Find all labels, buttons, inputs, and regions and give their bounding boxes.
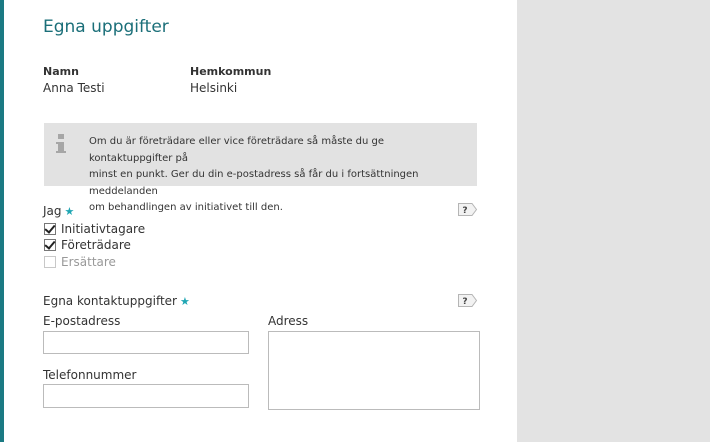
email-field[interactable] <box>43 331 249 354</box>
checkbox-ersattare[interactable]: Ersättare <box>44 255 116 269</box>
phone-field[interactable] <box>43 384 249 408</box>
checkbox-label: Företrädare <box>61 238 131 252</box>
info-line-1: Om du är företrädare eller vice företräd… <box>89 136 385 164</box>
role-help-button[interactable]: ? <box>457 202 478 217</box>
checkbox-label: Initiativtagare <box>61 222 146 236</box>
form-panel: Egna uppgifter Namn Anna Testi Hemkommun… <box>4 0 517 442</box>
address-label: Adress <box>268 314 309 328</box>
required-star-icon: ★ <box>179 295 190 308</box>
checkbox-box[interactable] <box>44 223 56 235</box>
address-field[interactable] <box>268 331 480 410</box>
municipality-value: Helsinki <box>190 81 238 95</box>
checkbox-foretradare[interactable]: Företrädare <box>44 238 131 252</box>
checkbox-box[interactable] <box>44 256 56 268</box>
info-box: Om du är företrädare eller vice företräd… <box>44 123 477 213</box>
info-icon <box>56 134 66 153</box>
help-icon: ? <box>462 297 467 307</box>
info-line-2: minst en punkt. Ger du din e-postadress … <box>89 169 419 197</box>
role-label: Jag ★ <box>43 204 74 218</box>
name-value: Anna Testi <box>43 81 105 95</box>
checkbox-initiativtagare[interactable]: Initiativtagare <box>44 222 145 236</box>
email-label: E-postadress <box>43 314 121 328</box>
page-title: Egna uppgifter <box>43 17 169 37</box>
info-line-3: om behandlingen av initiativet till den. <box>89 202 283 213</box>
info-text: Om du är företrädare eller vice företräd… <box>89 134 467 217</box>
contact-label: Egna kontaktuppgifter ★ <box>43 294 190 308</box>
required-star-icon: ★ <box>64 205 75 218</box>
contact-label-text: Egna kontaktuppgifter <box>43 294 177 308</box>
checkbox-box[interactable] <box>44 239 56 251</box>
municipality-label: Hemkommun <box>190 65 272 78</box>
name-label: Namn <box>43 65 79 78</box>
contact-help-button[interactable]: ? <box>457 293 478 308</box>
checkbox-label: Ersättare <box>61 255 116 269</box>
role-label-text: Jag <box>43 204 62 218</box>
help-icon: ? <box>462 206 467 216</box>
phone-label: Telefonnummer <box>43 368 137 382</box>
